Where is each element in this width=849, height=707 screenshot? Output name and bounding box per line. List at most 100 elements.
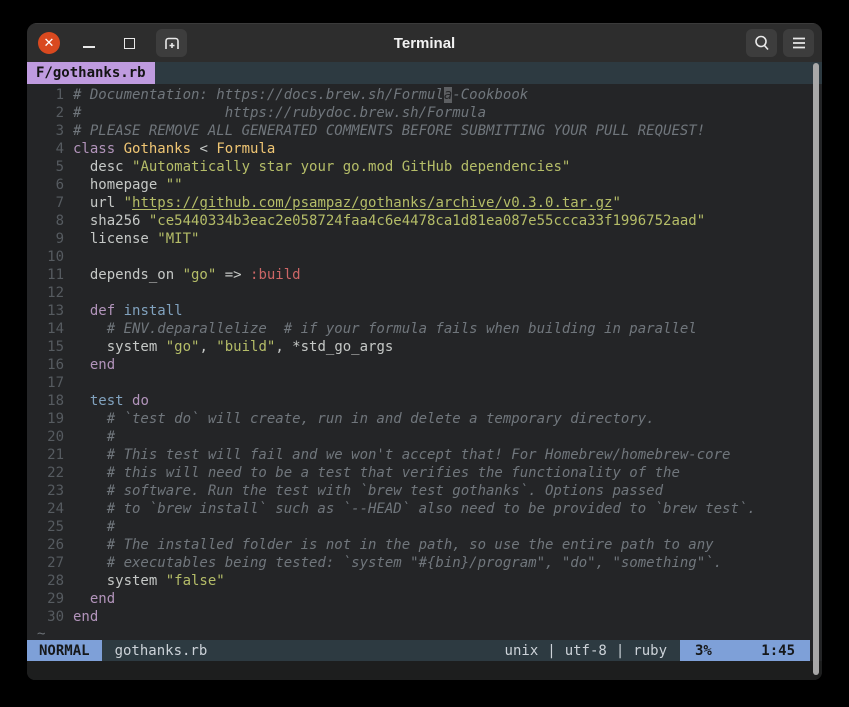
code-line: 19 # `test do` will create, run in and d… <box>33 410 810 428</box>
separator: | <box>547 643 555 659</box>
code-text: # <box>73 429 115 445</box>
code-text: # https://rubydoc.brew.sh/Formula <box>73 105 486 121</box>
code-line: 2# https://rubydoc.brew.sh/Formula <box>33 104 810 122</box>
empty-line-tilde: ~ <box>33 626 810 640</box>
code-line: 20 # <box>33 428 810 446</box>
code-line: 26 # The installed folder is not in the … <box>33 536 810 554</box>
code-text: depends_on "go" => :build <box>73 267 301 283</box>
code-line: 18 test do <box>33 392 810 410</box>
separator: | <box>616 643 624 659</box>
code-line: 25 # <box>33 518 810 536</box>
code-line: 8 sha256 "ce5440334b3eac2e058724faa4c6e4… <box>33 212 810 230</box>
code-text: # `test do` will create, run in and dele… <box>73 411 655 427</box>
code-line: 28 system "false" <box>33 572 810 590</box>
line-number: 4 <box>33 140 73 158</box>
mode-indicator: NORMAL <box>27 640 102 661</box>
code-text: def install <box>73 303 183 319</box>
code-text: # <box>73 519 115 535</box>
code-text: # This test will fail and we won't accep… <box>73 447 730 463</box>
code-text: end <box>73 591 115 607</box>
scrollbar[interactable] <box>813 63 819 675</box>
line-number: 11 <box>33 266 73 284</box>
code-line: 10 <box>33 248 810 266</box>
search-button[interactable] <box>746 29 777 57</box>
menu-button[interactable] <box>783 29 814 57</box>
code-text: desc "Automatically star your go.mod Git… <box>73 159 570 175</box>
line-number: 26 <box>33 536 73 554</box>
code-text: end <box>73 357 115 373</box>
code-text: # ENV.deparallelize # if your formula fa… <box>73 321 697 337</box>
line-number: 23 <box>33 482 73 500</box>
line-number: 16 <box>33 356 73 374</box>
code-line: 23 # software. Run the test with `brew t… <box>33 482 810 500</box>
filetype: ruby <box>633 643 667 659</box>
scroll-percent: 3% <box>695 643 712 659</box>
code-line: 17 <box>33 374 810 392</box>
code-line: 7 url "https://github.com/psampaz/gothan… <box>33 194 810 212</box>
tab-gothanks-rb[interactable]: F/gothanks.rb <box>27 62 155 84</box>
code-line: 9 license "MIT" <box>33 230 810 248</box>
code-line: 14 # ENV.deparallelize # if your formula… <box>33 320 810 338</box>
statusline-filename: gothanks.rb <box>102 640 221 661</box>
maximize-icon <box>124 38 135 49</box>
code-text: # The installed folder is not in the pat… <box>73 537 714 553</box>
encoding: utf-8 <box>565 643 607 659</box>
line-number: 15 <box>33 338 73 356</box>
minimize-icon <box>83 46 95 48</box>
search-icon <box>753 34 771 52</box>
code-text: url "https://github.com/psampaz/gothanks… <box>73 195 621 211</box>
maximize-button[interactable] <box>119 32 139 54</box>
line-number: 13 <box>33 302 73 320</box>
code-text: # PLEASE REMOVE ALL GENERATED COMMENTS B… <box>73 123 705 139</box>
line-number: 2 <box>33 104 73 122</box>
line-number: 29 <box>33 590 73 608</box>
window-title: Terminal <box>27 35 822 52</box>
code-text: class Gothanks < Formula <box>73 141 275 157</box>
line-number: 6 <box>33 176 73 194</box>
code-line: 3# PLEASE REMOVE ALL GENERATED COMMENTS … <box>33 122 810 140</box>
line-number: 28 <box>33 572 73 590</box>
fileformat: unix <box>505 643 539 659</box>
line-number: 10 <box>33 248 73 266</box>
code-area[interactable]: 1# Documentation: https://docs.brew.sh/F… <box>27 84 822 640</box>
vim-statusline: NORMAL gothanks.rb unix | utf-8 | ruby 3… <box>27 640 810 661</box>
vim-tabline: F/gothanks.rb <box>27 62 822 84</box>
code-text: license "MIT" <box>73 231 199 247</box>
code-line: 29 end <box>33 590 810 608</box>
statusline-position: 3% 1:45 <box>680 640 810 661</box>
line-number: 22 <box>33 464 73 482</box>
line-number: 30 <box>33 608 73 626</box>
line-number: 14 <box>33 320 73 338</box>
code-line: 12 <box>33 284 810 302</box>
code-line: 6 homepage "" <box>33 176 810 194</box>
line-number: 8 <box>33 212 73 230</box>
code-line: 24 # to `brew install` such as `--HEAD` … <box>33 500 810 518</box>
new-tab-icon <box>162 33 182 53</box>
new-tab-button[interactable] <box>156 29 187 57</box>
line-number: 20 <box>33 428 73 446</box>
code-line: 1# Documentation: https://docs.brew.sh/F… <box>33 86 810 104</box>
line-number: 19 <box>33 410 73 428</box>
line-number: 5 <box>33 158 73 176</box>
vim-command-line[interactable] <box>27 661 822 680</box>
code-text: test do <box>73 393 149 409</box>
line-number: 7 <box>33 194 73 212</box>
code-text: homepage "" <box>73 177 183 193</box>
close-button[interactable]: ✕ <box>38 32 60 54</box>
code-text: # Documentation: https://docs.brew.sh/Fo… <box>73 87 528 103</box>
line-number: 25 <box>33 518 73 536</box>
code-text: end <box>73 609 98 625</box>
line-number: 24 <box>33 500 73 518</box>
code-line: 27 # executables being tested: `system "… <box>33 554 810 572</box>
code-text: # this will need to be a test that verif… <box>73 465 680 481</box>
cursor-position: 1:45 <box>761 643 795 659</box>
menu-icon <box>791 36 807 50</box>
line-number: 27 <box>33 554 73 572</box>
code-text: system "false" <box>73 573 225 589</box>
code-text: # software. Run the test with `brew test… <box>73 483 663 499</box>
line-number: 9 <box>33 230 73 248</box>
code-line: 16 end <box>33 356 810 374</box>
line-number: 3 <box>33 122 73 140</box>
minimize-button[interactable] <box>79 32 99 54</box>
line-number: 18 <box>33 392 73 410</box>
